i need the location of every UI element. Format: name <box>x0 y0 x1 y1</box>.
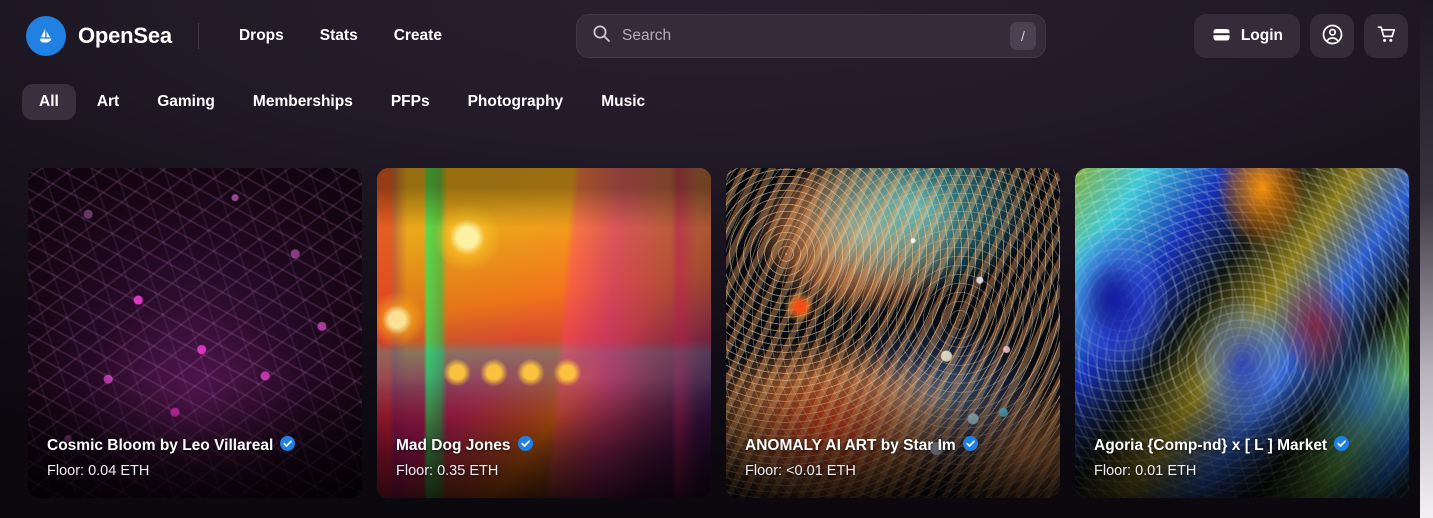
collection-card[interactable]: Mad Dog Jones Floor: 0.35 ETH <box>377 168 711 498</box>
card-info: Mad Dog Jones Floor: 0.35 ETH <box>396 436 697 479</box>
verified-badge-icon <box>1334 436 1350 456</box>
search-icon <box>592 24 611 48</box>
tab-all[interactable]: All <box>22 84 76 120</box>
opensea-sailboat-icon <box>26 16 66 56</box>
card-title-row: ANOMALY AI ART by Star Im <box>745 436 1046 456</box>
collection-card[interactable]: Cosmic Bloom by Leo Villareal Floor: 0.0… <box>28 168 362 498</box>
shopping-cart-icon <box>1375 23 1398 49</box>
cart-button[interactable] <box>1364 14 1408 58</box>
login-button[interactable]: Login <box>1193 14 1300 58</box>
nav-item-create[interactable]: Create <box>376 19 460 53</box>
tab-pfps[interactable]: PFPs <box>374 84 447 120</box>
vertical-scrollbar[interactable] <box>1420 0 1433 518</box>
profile-button[interactable] <box>1310 14 1354 58</box>
site-header: OpenSea Drops Stats Create / <box>0 0 1433 72</box>
search-shortcut-key: / <box>1010 22 1036 50</box>
category-tabs: All Art Gaming Memberships PFPs Photogra… <box>0 72 1433 132</box>
nav-item-drops[interactable]: Drops <box>221 19 302 53</box>
collection-floor-price: Floor: 0.35 ETH <box>396 463 499 479</box>
brand-name: OpenSea <box>78 23 172 48</box>
card-info: Cosmic Bloom by Leo Villareal Floor: 0.0… <box>47 436 348 479</box>
collection-card[interactable]: ANOMALY AI ART by Star Im Floor: <0.01 E… <box>726 168 1060 498</box>
card-title-row: Cosmic Bloom by Leo Villareal <box>47 436 348 456</box>
collection-card[interactable]: Agoria {Comp-nd} x [ L ] Market Floor: 0… <box>1075 168 1409 498</box>
card-title-row: Mad Dog Jones <box>396 436 697 456</box>
collection-title: Mad Dog Jones <box>396 437 511 454</box>
tab-music[interactable]: Music <box>584 84 662 120</box>
card-info: ANOMALY AI ART by Star Im Floor: <0.01 E… <box>745 436 1046 479</box>
opensea-marketplace-page: OpenSea Drops Stats Create / <box>0 0 1433 518</box>
card-title-row: Agoria {Comp-nd} x [ L ] Market <box>1094 436 1395 456</box>
login-button-label: Login <box>1240 27 1283 44</box>
wallet-icon <box>1211 24 1232 48</box>
collection-card-grid: Cosmic Bloom by Leo Villareal Floor: 0.0… <box>0 168 1409 498</box>
profile-account-icon <box>1321 23 1344 49</box>
header-actions: Login <box>1193 14 1408 58</box>
collection-title: Cosmic Bloom by Leo Villareal <box>47 437 274 454</box>
brand-logo[interactable]: OpenSea <box>26 16 172 56</box>
tab-art[interactable]: Art <box>80 84 136 120</box>
tab-gaming[interactable]: Gaming <box>140 84 232 120</box>
search-box[interactable]: / <box>576 14 1046 58</box>
verified-badge-icon <box>517 436 533 456</box>
header-divider <box>197 23 199 49</box>
verified-badge-icon <box>280 436 296 456</box>
search-input[interactable] <box>622 27 999 45</box>
collection-title: ANOMALY AI ART by Star Im <box>745 437 956 454</box>
tab-photography[interactable]: Photography <box>451 84 581 120</box>
card-info: Agoria {Comp-nd} x [ L ] Market Floor: 0… <box>1094 436 1395 479</box>
collection-floor-price: Floor: 0.04 ETH <box>47 463 150 479</box>
collection-title: Agoria {Comp-nd} x [ L ] Market <box>1094 437 1328 454</box>
primary-nav: Drops Stats Create <box>221 19 460 53</box>
collection-floor-price: Floor: <0.01 ETH <box>745 463 856 479</box>
nav-item-stats[interactable]: Stats <box>302 19 376 53</box>
collection-floor-price: Floor: 0.01 ETH <box>1094 463 1197 479</box>
verified-badge-icon <box>962 436 978 456</box>
tab-memberships[interactable]: Memberships <box>236 84 370 120</box>
search-container: / <box>576 14 1046 58</box>
